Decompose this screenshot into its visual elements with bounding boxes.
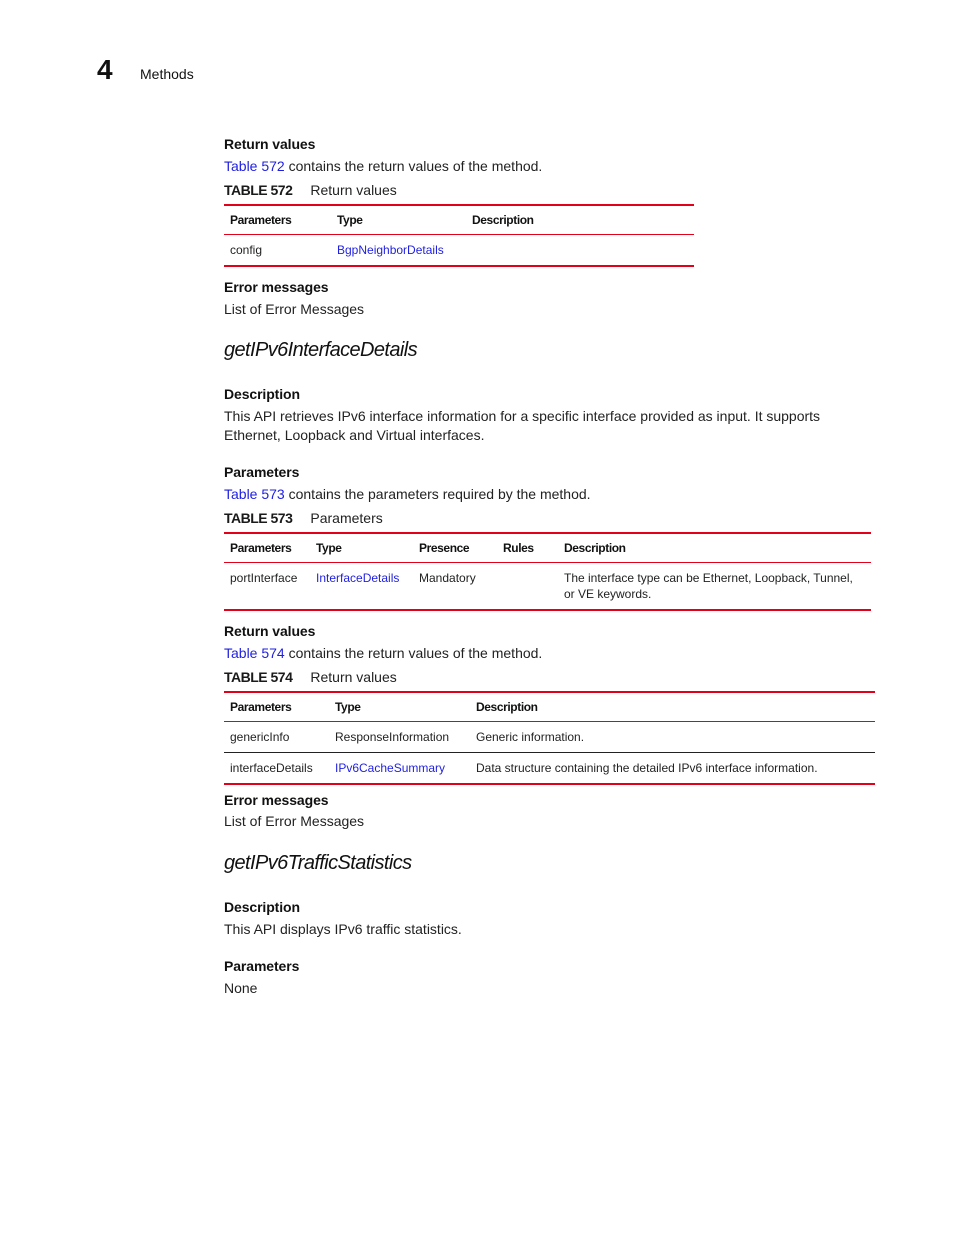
description-text: This API displays IPv6 traffic statistic…	[224, 921, 462, 937]
return-values-heading: Return values	[224, 623, 316, 639]
return-values-intro: Table 572 contains the return values of …	[224, 157, 542, 176]
parameters-text: None	[224, 980, 258, 996]
cell-description	[466, 235, 694, 267]
table-574-number: TABLE 574	[224, 669, 293, 685]
table-573: Parameters Type Presence Rules Descripti…	[224, 532, 871, 611]
cell-description: The interface type can be Ethernet, Loop…	[564, 571, 853, 601]
table-574: Parameters Type Description genericInfo …	[224, 691, 875, 785]
error-messages-link[interactable]: List of Error Messages	[224, 812, 364, 831]
table-572-number: TABLE 572	[224, 182, 293, 198]
return-values-heading: Return values	[224, 136, 316, 152]
table-574-caption: TABLE 574 Return values	[224, 669, 397, 685]
cell-parameter: portInterface	[230, 571, 298, 585]
table-header-row: Parameters Type Description	[224, 692, 875, 722]
table-header-row: Parameters Type Presence Rules Descripti…	[224, 533, 871, 563]
table-572-title: Return values	[310, 182, 397, 198]
method-title: getIPv6InterfaceDetails	[224, 339, 418, 361]
column-header: Type	[335, 700, 361, 714]
column-header: Description	[472, 213, 534, 227]
table-573-link[interactable]: Table 573	[224, 486, 285, 502]
table-574-title: Return values	[310, 669, 397, 685]
table-572-caption: TABLE 572 Return values	[224, 182, 397, 198]
table-row: config BgpNeighborDetails	[224, 235, 694, 267]
cell-presence: Mandatory	[419, 571, 476, 585]
parameters-intro-text: contains the parameters required by the …	[284, 486, 591, 502]
parameters-heading: Parameters	[224, 464, 300, 480]
cell-description: Data structure containing the detailed I…	[476, 761, 818, 775]
column-header: Parameters	[230, 700, 292, 714]
cell-parameter: interfaceDetails	[230, 761, 313, 775]
cell-type: ResponseInformation	[335, 730, 450, 744]
table-header-row: Parameters Type Description	[224, 205, 694, 235]
cell-parameter: config	[230, 243, 263, 257]
table-572: Parameters Type Description config BgpNe…	[224, 204, 694, 267]
cell-parameter: genericInfo	[230, 730, 290, 744]
cell-description: Generic information.	[476, 730, 585, 744]
table-574-link[interactable]: Table 574	[224, 645, 285, 661]
column-header: Type	[316, 541, 342, 555]
return-values-intro-text: contains the return values of the method…	[284, 645, 543, 661]
column-header: Parameters	[230, 541, 292, 555]
chapter-number: 4	[97, 54, 113, 85]
cell-type-link[interactable]: BgpNeighborDetails	[337, 243, 444, 257]
column-header: Type	[337, 213, 363, 227]
parameters-intro: Table 573 contains the parameters requir…	[224, 485, 591, 504]
return-values-intro: Table 574 contains the return values of …	[224, 644, 542, 663]
cell-type-link[interactable]: IPv6CacheSummary	[335, 761, 445, 775]
table-row: portInterface InterfaceDetails Mandatory…	[224, 563, 871, 611]
table-573-number: TABLE 573	[224, 510, 293, 526]
column-header: Parameters	[230, 213, 292, 227]
cell-rules	[497, 563, 558, 611]
column-header: Presence	[419, 541, 470, 555]
parameters-heading: Parameters	[224, 958, 300, 974]
column-header: Description	[564, 541, 626, 555]
method-title: getIPv6TrafficStatistics	[224, 852, 412, 874]
description-heading: Description	[224, 899, 300, 915]
table-row: interfaceDetails IPv6CacheSummary Data s…	[224, 753, 875, 784]
cell-type-link[interactable]: InterfaceDetails	[316, 571, 399, 585]
column-header: Rules	[503, 541, 534, 555]
table-573-caption: TABLE 573 Parameters	[224, 510, 383, 526]
table-573-title: Parameters	[310, 510, 383, 526]
description-heading: Description	[224, 386, 300, 402]
column-header: Description	[476, 700, 538, 714]
return-values-intro-text: contains the return values of the method…	[284, 158, 543, 174]
error-messages-heading: Error messages	[224, 279, 329, 295]
table-row: genericInfo ResponseInformation Generic …	[224, 722, 875, 753]
chapter-title: Methods	[140, 66, 194, 82]
error-messages-heading: Error messages	[224, 792, 329, 808]
description-text: This API retrieves IPv6 interface inform…	[224, 408, 821, 443]
table-572-link[interactable]: Table 572	[224, 158, 285, 174]
error-messages-link[interactable]: List of Error Messages	[224, 300, 364, 319]
